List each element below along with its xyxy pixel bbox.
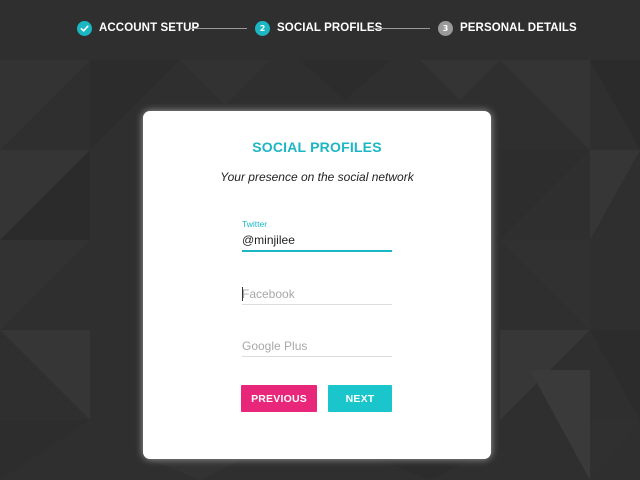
step-number-badge: 3 bbox=[438, 20, 453, 36]
step-number-badge: 2 bbox=[255, 20, 270, 36]
google-plus-input[interactable] bbox=[242, 336, 392, 356]
twitter-field: Twitter bbox=[242, 219, 392, 252]
facebook-input[interactable] bbox=[242, 284, 392, 304]
social-profiles-card: SOCIAL PROFILES Your presence on the soc… bbox=[143, 111, 491, 459]
step-personal-details[interactable]: 3 PERSONAL DETAILS bbox=[438, 19, 577, 37]
step-label: SOCIAL PROFILES bbox=[277, 22, 383, 34]
facebook-underline bbox=[242, 304, 392, 305]
facebook-field bbox=[242, 284, 392, 305]
twitter-input[interactable] bbox=[242, 230, 392, 250]
step-social-profiles[interactable]: 2 SOCIAL PROFILES bbox=[255, 19, 382, 37]
step-label: PERSONAL DETAILS bbox=[460, 22, 577, 34]
wizard-stepper: ACCOUNT SETUP 2 SOCIAL PROFILES 3 PERSON… bbox=[0, 0, 640, 56]
step-connector bbox=[190, 28, 247, 29]
step-connector bbox=[373, 28, 430, 29]
card-title: SOCIAL PROFILES bbox=[252, 139, 382, 155]
google-plus-field bbox=[242, 336, 392, 357]
step-account-setup[interactable]: ACCOUNT SETUP bbox=[77, 19, 199, 37]
google-plus-underline bbox=[242, 356, 392, 357]
twitter-underline bbox=[242, 250, 392, 252]
twitter-label: Twitter bbox=[242, 219, 268, 229]
text-caret bbox=[242, 287, 243, 301]
previous-button[interactable]: PREVIOUS bbox=[241, 385, 317, 412]
next-button[interactable]: NEXT bbox=[328, 385, 392, 412]
card-subtitle: Your presence on the social network bbox=[220, 170, 414, 184]
step-label: ACCOUNT SETUP bbox=[99, 22, 200, 34]
check-icon bbox=[77, 20, 92, 36]
